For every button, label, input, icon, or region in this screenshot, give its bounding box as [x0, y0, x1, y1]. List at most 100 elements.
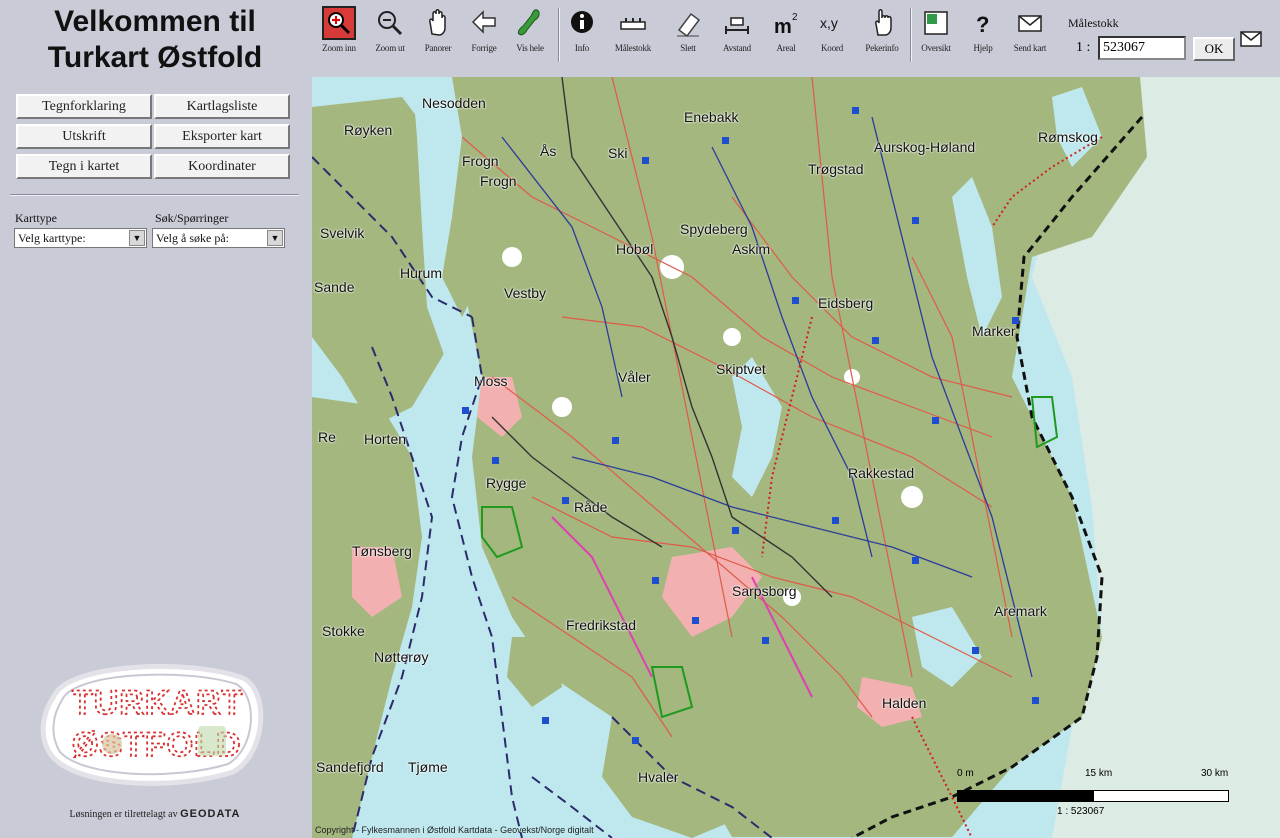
svg-text:2: 2	[792, 12, 798, 23]
print-button[interactable]: Utskrift	[16, 124, 152, 149]
left-panel: Velkommen til Turkart Østfold Tegnforkla…	[0, 0, 312, 838]
full-extent-icon	[517, 9, 540, 36]
scale-prefix: 1 :	[1076, 40, 1091, 55]
full-extent-tool[interactable]: Vis hele	[508, 6, 552, 64]
help-label: Hjelp	[973, 43, 993, 53]
scalebar-value: 1 : 523067	[1057, 806, 1105, 817]
send-map-label: Send kart	[1013, 43, 1047, 53]
place-label: Aurskog-Høland	[874, 139, 976, 155]
place-label: Røyken	[344, 122, 393, 138]
help-icon: ?	[976, 12, 989, 37]
place-label: Nesodden	[422, 95, 486, 111]
pan-tool[interactable]: Panorer	[416, 6, 460, 64]
draw-in-map-button[interactable]: Tegn i kartet	[16, 154, 152, 179]
scalebar-black-segment	[957, 790, 1093, 802]
zoom-out-icon	[378, 11, 403, 36]
area-tool[interactable]: m2 Areal	[766, 6, 806, 64]
chevron-down-icon[interactable]: ▼	[267, 230, 283, 246]
logo-text-top: TURKART	[72, 684, 243, 722]
place-label: Fredrikstad	[566, 617, 637, 633]
zoom-out-tool[interactable]: Zoom ut	[368, 6, 412, 64]
place-label: Halden	[882, 695, 927, 711]
pointer-info-tool[interactable]: Pekerinfo	[858, 6, 906, 64]
pointer-info-icon	[875, 9, 892, 36]
place-label: Tønsberg	[352, 543, 412, 559]
area-icon: m2	[774, 12, 798, 38]
layer-list-button[interactable]: Kartlagsliste	[154, 94, 290, 119]
map-canvas[interactable]	[312, 77, 1280, 838]
zoom-in-icon	[322, 6, 356, 40]
scalebar-tick-30: 30 km	[1201, 768, 1229, 779]
chevron-down-icon[interactable]: ▼	[129, 230, 145, 246]
credit-text: Løsningen er tilrettelagt av	[69, 809, 178, 820]
search-select-value: Velg å søke på:	[156, 231, 229, 245]
karttype-label: Karttype	[15, 211, 57, 225]
scale-title: Målestokk	[1068, 16, 1119, 30]
mail-icon[interactable]	[1240, 30, 1262, 48]
place-label: Horten	[364, 431, 407, 447]
place-label: Vestby	[504, 285, 547, 301]
distance-icon	[725, 17, 749, 34]
scalebar-tick-15: 15 km	[1085, 768, 1113, 779]
scale-tool[interactable]: Målestokk	[606, 6, 660, 64]
place-label: Våler	[618, 369, 651, 385]
search-label: Søk/Spørringer	[155, 211, 229, 225]
info-icon	[571, 11, 593, 33]
erase-label: Slett	[680, 43, 696, 53]
page-title: Velkommen til Turkart Østfold	[0, 4, 310, 76]
karttype-select-value: Velg karttype:	[18, 231, 86, 245]
coordinate-tool[interactable]: x,y Koord	[812, 6, 852, 64]
place-label: Hvaler	[638, 769, 679, 785]
overview-tool[interactable]: Oversikt	[916, 6, 956, 64]
ok-button[interactable]: OK	[1193, 37, 1235, 61]
scale-input[interactable]: 523067	[1098, 36, 1186, 60]
eraser-icon	[677, 12, 701, 38]
place-label: Hobøl	[616, 241, 654, 257]
place-label: Sarpsborg	[732, 583, 797, 599]
back-tool[interactable]: Forrige	[464, 6, 504, 64]
svg-text:m: m	[774, 16, 792, 38]
place-label: Ås	[540, 143, 557, 159]
place-label: Marker	[972, 323, 1016, 339]
title-line2: Turkart Østfold	[47, 41, 263, 74]
title-line1: Velkommen til	[54, 5, 256, 38]
place-label: Skiptvet	[716, 361, 766, 377]
map-scalebar: 0 m 15 km 30 km 1 : 523067	[957, 768, 1233, 828]
place-label: Rygge	[486, 475, 527, 491]
search-select[interactable]: Velg å søke på: ▼	[152, 228, 285, 248]
zoom-in-tool[interactable]: Zoom inn	[316, 6, 362, 64]
back-label: Forrige	[471, 43, 497, 53]
place-label: Aremark	[994, 603, 1047, 619]
place-label: Moss	[474, 373, 508, 389]
scalebar-tick-0: 0 m	[957, 768, 974, 779]
place-label: Re	[318, 429, 336, 445]
distance-tool[interactable]: Avstand	[714, 6, 760, 64]
coordinates-button[interactable]: Koordinater	[154, 154, 290, 179]
place-label: Tjøme	[408, 759, 448, 775]
scalebar-white-segment	[1093, 790, 1229, 802]
scale-label: Målestokk	[614, 43, 652, 53]
credit: Løsningen er tilrettelagt av GEODATA	[0, 808, 310, 820]
legend-button[interactable]: Tegnforklaring	[16, 94, 152, 119]
karttype-select[interactable]: Velg karttype: ▼	[14, 228, 147, 248]
help-tool[interactable]: ? Hjelp	[966, 6, 1000, 64]
info-tool[interactable]: Info	[564, 6, 600, 64]
export-map-button[interactable]: Eksporter kart	[154, 124, 290, 149]
overview-icon	[924, 11, 948, 35]
coordinate-icon: x,y	[820, 15, 838, 31]
map-copyright: Copyright - Fylkesmannen i Østfold Kartd…	[315, 825, 594, 835]
place-label: Frogn	[480, 173, 517, 189]
place-label: Ski	[608, 145, 628, 161]
place-label: Nøtterøy	[374, 649, 429, 665]
erase-tool[interactable]: Slett	[668, 6, 708, 64]
map-view[interactable]: Nesodden Røyken Frogn Frogn Ås Ski Eneba…	[312, 77, 1280, 838]
svg-text:?: ?	[976, 12, 989, 37]
toolbar: Zoom inn Zoom ut Panorer Forrige Vis hel…	[312, 0, 1280, 70]
geodata-brand: GEODATA	[180, 808, 241, 820]
place-label: Askim	[732, 241, 771, 257]
pan-hand-icon	[429, 9, 446, 36]
pan-label: Panorer	[424, 43, 452, 53]
send-map-tool[interactable]: Send kart	[1006, 6, 1054, 64]
divider	[10, 194, 299, 196]
place-label: Råde	[574, 499, 608, 515]
